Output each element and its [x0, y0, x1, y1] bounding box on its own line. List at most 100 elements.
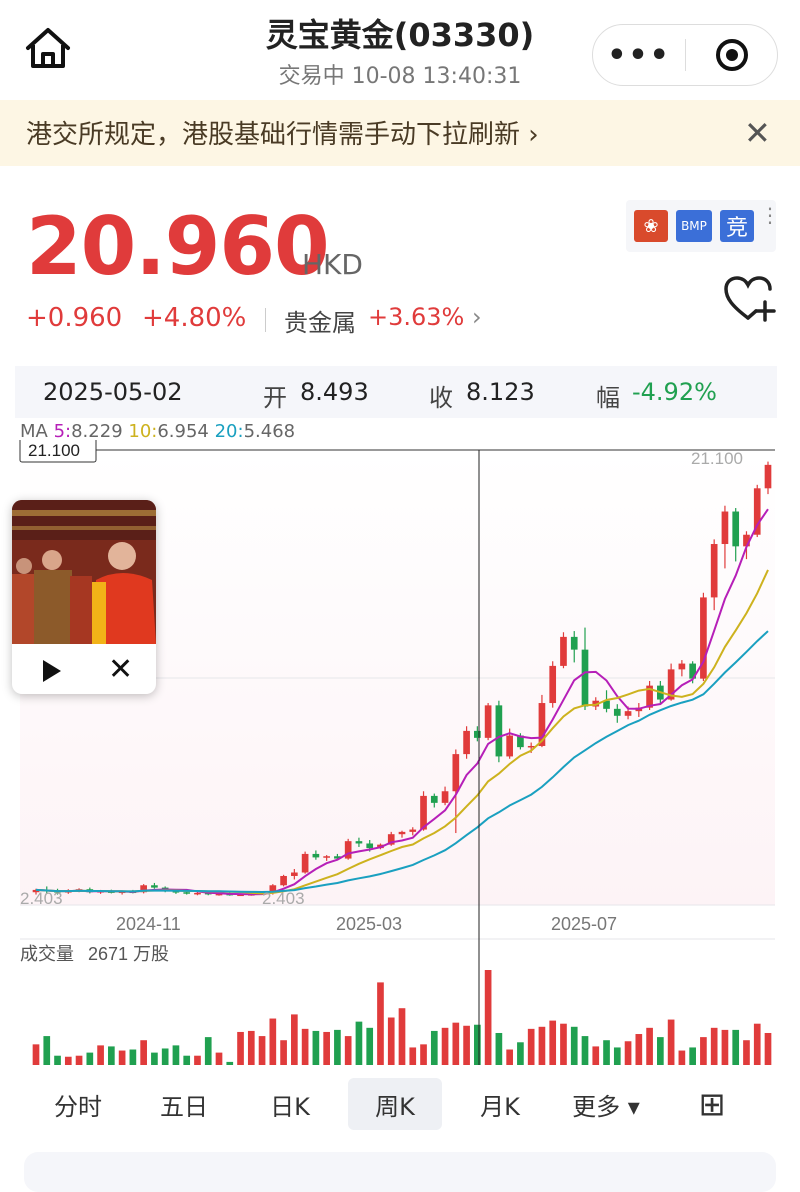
volume-bar	[603, 1040, 610, 1065]
volume-bar	[678, 1050, 686, 1065]
ma20-label: 20:	[214, 421, 244, 442]
candle-body	[678, 663, 686, 670]
sector-name[interactable]: 贵金属	[284, 303, 356, 338]
floating-video-popup[interactable]: ✕	[12, 500, 156, 694]
candle-body	[474, 730, 481, 738]
hk-flag-icon: ❀	[634, 210, 668, 242]
volume-bar	[118, 1050, 126, 1065]
amplitude-value: -4.92%	[632, 378, 717, 406]
market-badges: ❀ BMP 竞 ⋮	[626, 200, 780, 252]
sector-change[interactable]: +3.63% ›	[368, 303, 482, 331]
volume-bar	[560, 1023, 567, 1065]
volume-bar	[108, 1046, 115, 1065]
more-dots-icon[interactable]: •••	[593, 25, 685, 85]
candle-body	[430, 795, 438, 803]
tab-monthly-k[interactable]: 月K	[452, 1078, 548, 1130]
volume-bar	[527, 1028, 535, 1065]
ma5-label: 5:	[53, 421, 72, 442]
x-tick-label: 2025-07	[551, 914, 617, 934]
volume-bar	[301, 1028, 309, 1065]
volume-bar	[570, 1026, 578, 1065]
banner-text: 港交所规定，港股基础行情需手动下拉刷新 ›	[26, 120, 539, 150]
volume-bar	[484, 970, 492, 1065]
close-value: 8.123	[466, 378, 535, 406]
add-favorite-heart-icon[interactable]	[722, 274, 776, 324]
volume-bar	[764, 1032, 772, 1065]
price-change: +0.960	[26, 303, 123, 333]
candle-body	[764, 464, 772, 489]
video-thumbnail[interactable]	[12, 500, 156, 644]
volume-bar	[667, 1019, 675, 1065]
volume-bar	[97, 1045, 104, 1065]
current-price: 20.960	[26, 200, 330, 293]
volume-bar	[43, 1036, 51, 1065]
volume-bar	[291, 1014, 298, 1065]
divider	[265, 308, 266, 332]
vertical-dots-icon[interactable]: ⋮	[760, 205, 780, 225]
volume-bar	[334, 1029, 341, 1065]
crosshair-info-bar: 2025-05-02 开 8.493 收 8.123 幅 -4.92%	[15, 366, 777, 418]
volume-bar	[64, 1056, 72, 1065]
volume-bar	[269, 1018, 277, 1065]
volume-bar	[54, 1055, 61, 1065]
auction-badge: 竞	[720, 210, 754, 242]
candle-body	[613, 708, 621, 716]
volume-bar	[517, 1042, 524, 1065]
candle-body	[280, 875, 287, 886]
candle-body	[506, 735, 513, 757]
target-icon[interactable]	[686, 25, 778, 85]
tab-more[interactable]: 更多 ▾	[558, 1078, 654, 1130]
refresh-notice-banner[interactable]: 港交所规定，港股基础行情需手动下拉刷新 › ✕	[0, 100, 800, 166]
open-label: 开	[263, 384, 287, 412]
tab-intraday[interactable]: 分时	[30, 1078, 126, 1130]
volume-bar	[280, 1040, 287, 1065]
bmp-badge: BMP	[676, 210, 712, 242]
play-icon[interactable]	[36, 656, 66, 686]
tab-five-day[interactable]: 五日	[136, 1078, 232, 1130]
volume-bar	[355, 1021, 363, 1065]
volume-bar	[226, 1061, 234, 1065]
volume-bar	[646, 1027, 653, 1065]
volume-bar	[700, 1037, 707, 1065]
app-header: 灵宝黄金(03330) 交易中 10-08 13:40:31 •••	[0, 0, 800, 100]
volume-bar	[215, 1052, 223, 1065]
volume-bar	[204, 1037, 212, 1065]
volume-bar	[613, 1047, 621, 1065]
volume-bar	[732, 1029, 740, 1065]
candle-body	[549, 665, 557, 704]
volume-bar	[710, 1027, 718, 1065]
mini-program-capsule: •••	[592, 24, 778, 86]
price-high-tag: 21.100	[28, 441, 80, 460]
volume-bar	[32, 1044, 40, 1065]
candle-body	[624, 711, 632, 716]
volume-bar	[549, 1020, 557, 1065]
volume-bar	[463, 1025, 470, 1065]
price-high-label: 21.100	[691, 449, 743, 468]
candle-body	[732, 511, 740, 547]
tab-daily-k[interactable]: 日K	[242, 1078, 338, 1130]
x-tick-label: 2025-03	[336, 914, 402, 934]
volume-bar	[430, 1030, 438, 1065]
volume-bar	[194, 1055, 201, 1065]
close-icon[interactable]: ✕	[108, 652, 133, 687]
period-tabs: 分时 五日 日K 周K 月K 更多 ▾ ⊞	[0, 1078, 800, 1134]
candle-body	[312, 853, 320, 858]
volume-bar	[237, 1031, 244, 1065]
tab-weekly-k[interactable]: 周K	[348, 1078, 442, 1130]
ma-label: MA	[20, 421, 48, 442]
amplitude-label: 幅	[596, 384, 620, 412]
volume-title: 成交量	[20, 944, 74, 964]
volume-bar	[86, 1052, 94, 1065]
candle-body	[355, 841, 363, 844]
volume-bar	[247, 1030, 255, 1065]
close-icon[interactable]: ✕	[744, 114, 771, 152]
volume-bar	[387, 1017, 395, 1065]
sector-change-value: +3.63%	[368, 303, 465, 331]
price-low-tag: 2.403	[262, 889, 305, 908]
open-value: 8.493	[300, 378, 369, 406]
grid-layout-icon[interactable]: ⊞	[664, 1078, 760, 1130]
x-tick-label: 2024-11	[116, 914, 181, 934]
volume-bar	[624, 1041, 632, 1065]
volume-bar	[377, 982, 384, 1065]
candle-body	[484, 705, 492, 738]
